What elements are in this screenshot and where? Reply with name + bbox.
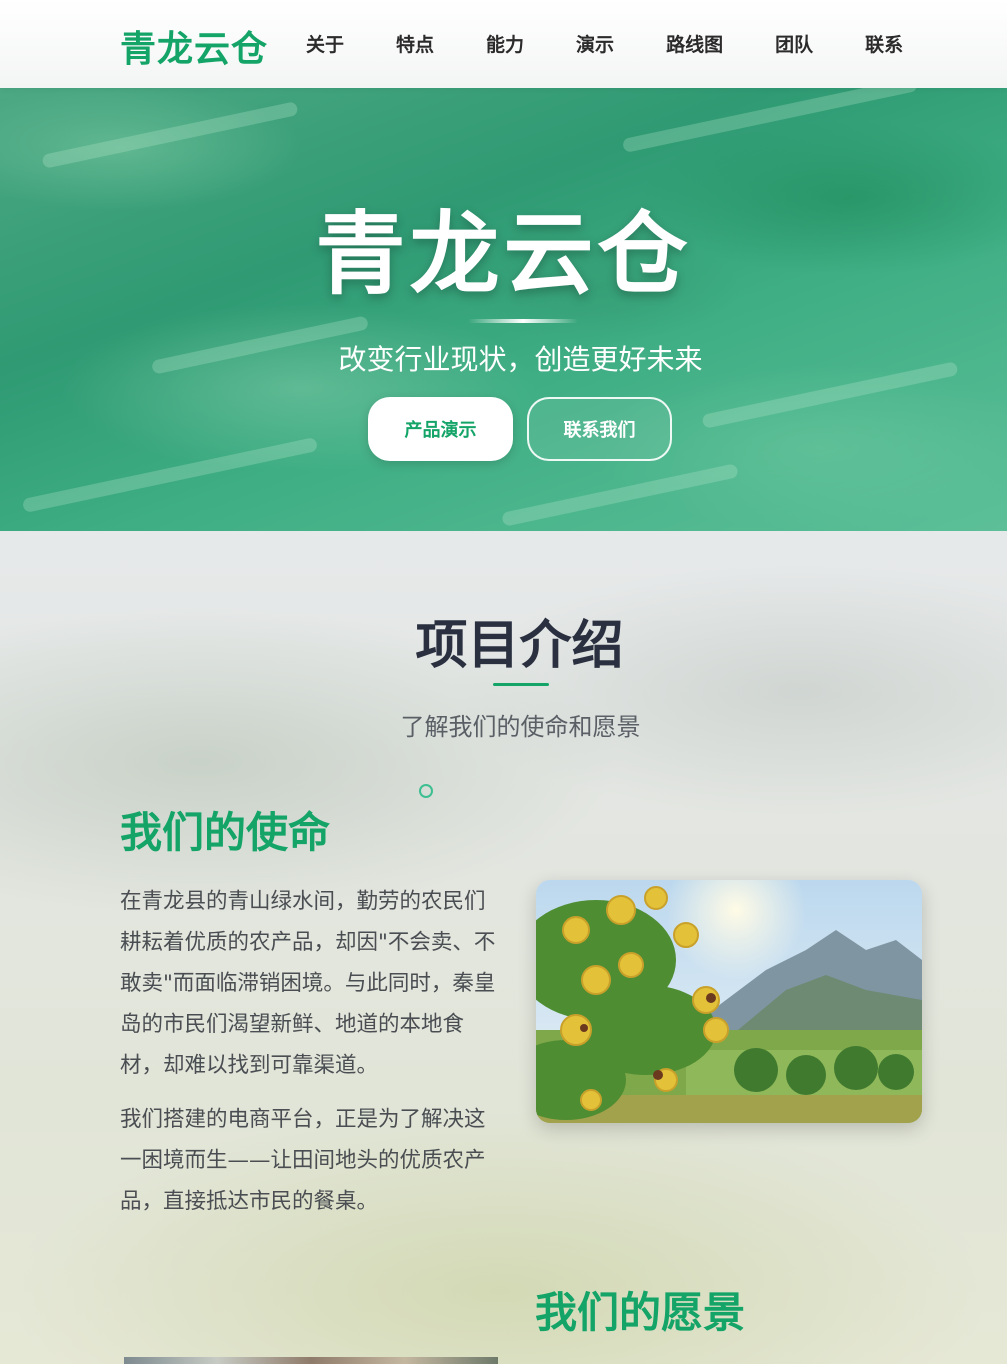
mission-paragraph: 我们搭建的电商平台，正是为了解决这一困境而生——让田间地头的优质农产品，直接抵达… <box>120 1107 486 1214</box>
nav-link-team[interactable]: 团队 <box>775 30 813 57</box>
top-navbar: 青龙云仓 关于 特点 能力 演示 路线图 团队 联系 <box>0 0 1007 88</box>
section-title-underline <box>493 683 549 686</box>
nav-link-capabilities[interactable]: 能力 <box>486 30 524 57</box>
terrace-decoration <box>621 88 919 154</box>
hero-divider <box>468 319 578 323</box>
nav-link-features[interactable]: 特点 <box>396 30 434 57</box>
terrace-decoration <box>21 436 319 514</box>
vision-image <box>124 1357 498 1364</box>
hero-subtitle: 改变行业现状，创造更好未来 <box>338 343 703 376</box>
product-demo-button[interactable]: 产品演示 <box>368 397 513 461</box>
terrace-decoration <box>41 101 299 169</box>
nav-link-about[interactable]: 关于 <box>306 30 344 57</box>
terrace-decoration <box>501 463 739 527</box>
mission-heading: 我们的使命 <box>120 808 331 857</box>
section-subtitle: 了解我们的使命和愿景 <box>400 713 641 741</box>
contact-us-button[interactable]: 联系我们 <box>527 397 672 461</box>
hero-title: 青龙云仓 <box>315 202 692 307</box>
mission-paragraph: 在青龙县的青山绿水间，勤劳的农民们耕耘着优质的农产品，却因"不会卖、不敢卖"而面… <box>120 889 496 1078</box>
nav-link-contact[interactable]: 联系 <box>865 30 903 57</box>
vision-heading: 我们的愿景 <box>535 1288 746 1337</box>
chestnut-orchard-image <box>536 880 922 1123</box>
nav-link-demo[interactable]: 演示 <box>576 30 614 57</box>
project-intro-section: 项目介绍 了解我们的使命和愿景 我们的使命 在青龙县的青山绿水间，勤劳的农民们耕… <box>0 531 1007 1364</box>
brand-logo[interactable]: 青龙云仓 <box>120 20 268 72</box>
section-title: 项目介绍 <box>415 616 624 676</box>
hero-section: 青龙云仓 改变行业现状，创造更好未来 产品演示 联系我们 <box>0 88 1007 531</box>
nav-menu: 关于 特点 能力 演示 路线图 团队 联系 <box>306 30 903 57</box>
decorative-ring-icon <box>419 784 433 798</box>
nav-link-roadmap[interactable]: 路线图 <box>666 30 723 57</box>
